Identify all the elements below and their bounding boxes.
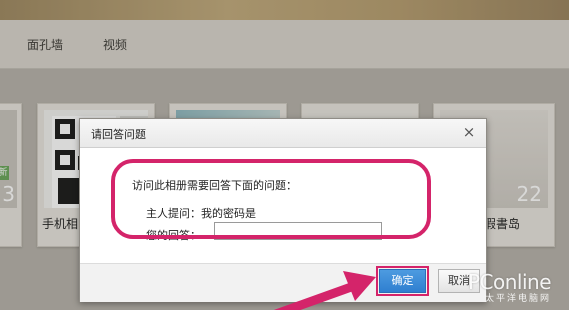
password-question-dialog: 请回答问题 × 访问此相册需要回答下面的问题： 主人提问：我的密码是 您的回答：… [79,118,487,302]
answer-label: 您的回答： [146,229,201,242]
cancel-button[interactable]: 取消 [438,269,480,293]
host-question: 主人提问：我的密码是 [146,207,256,220]
question-area: 访问此相册需要回答下面的问题： 主人提问：我的密码是 您的回答： [80,148,486,263]
dialog-title: 请回答问题 [91,128,146,141]
dialog-footer: 确定 取消 [80,263,486,302]
confirm-button[interactable]: 确定 [376,266,429,296]
answer-input[interactable] [214,222,382,240]
close-icon[interactable]: × [461,123,477,141]
dialog-header: 请回答问题 × [80,119,486,148]
question-prompt: 访问此相册需要回答下面的问题： [132,179,297,192]
